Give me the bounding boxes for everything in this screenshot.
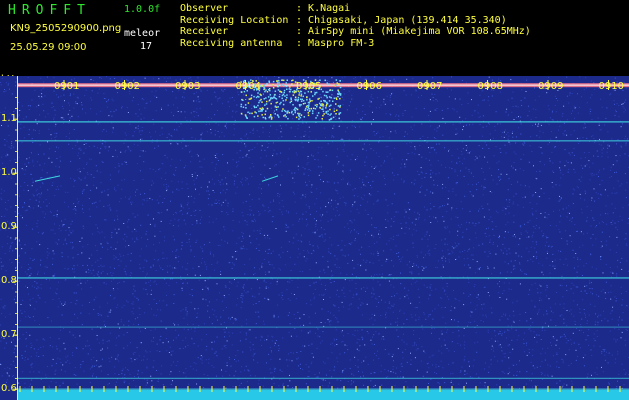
info-key: Receiver [180,26,229,37]
bottom-band [18,390,629,400]
version-label: 1.0.0f [124,4,161,15]
x-tick-label: 0902 [114,81,140,92]
x-tick-label: 0903 [175,81,201,92]
info-key: Observer [180,3,229,14]
x-tick-label: 0910 [598,81,624,92]
station-info: Observer: K.Nagai Receiving Location: Ch… [180,3,531,49]
info-value: Chigasaki, Japan (139.414 35.340) [308,14,507,26]
info-key: Receiving Location [180,14,289,26]
info-row: Receiver: AirSpy mini (Miakejima VOR 108… [180,26,531,37]
count-label: 17 [140,41,153,52]
datetime-label: 25.05.29 09:00 [10,42,87,53]
app-title: HROFFT [8,3,91,18]
y-tick-label: 1.0 [1,167,17,179]
info-value: AirSpy mini (Miakejima VOR 108.65MHz) [308,26,531,37]
spectrogram [0,76,629,400]
filename-label: KN9_2505290900.png [10,23,122,34]
info-row: Observer: K.Nagai [180,3,351,14]
info-row: Receiving antenna: Maspro FM-3 [180,37,375,49]
x-tick-label: 0908 [477,81,503,92]
info-value: Maspro FM-3 [308,37,375,49]
y-tick-label: 0.7 [1,329,17,341]
x-tick-label: 0906 [356,81,382,92]
x-tick-label: 0907 [417,81,443,92]
y-tick-label: 0.9 [1,221,17,233]
info-value: K.Nagai [308,3,351,14]
x-tick-label: 0901 [54,81,80,92]
info-key: Receiving antenna [180,37,283,49]
mode-label: meleor [124,28,161,39]
header-panel: HROFFT 1.0.0f KN9_2505290900.png meleor … [0,0,629,76]
x-tick-label: 0909 [538,81,564,92]
y-tick-label: 0.8 [1,275,17,287]
info-row: Receiving Location: Chigasaki, Japan (13… [180,14,507,26]
spectrogram-background [0,76,629,400]
x-tick-label: 0905 [296,81,322,92]
y-tick-label: 0.6 [1,383,17,395]
y-tick-label: 1.1 [1,113,17,125]
x-tick-label: 0904 [235,81,261,92]
